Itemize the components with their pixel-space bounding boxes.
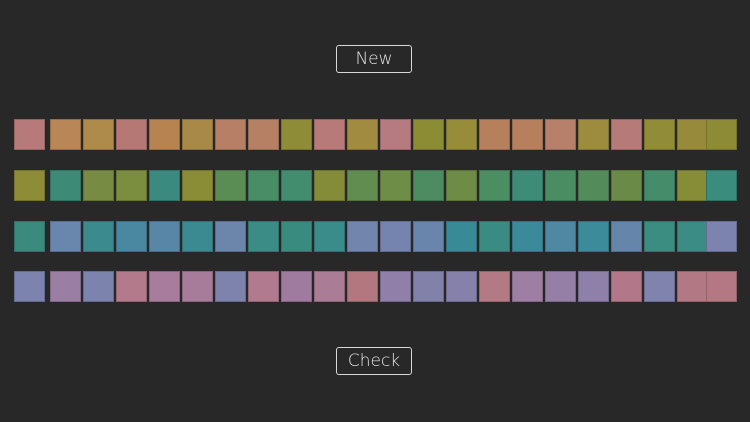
color-tile[interactable]: [578, 170, 609, 201]
color-tile[interactable]: [281, 271, 312, 302]
color-tile[interactable]: [611, 221, 642, 252]
color-tile[interactable]: [677, 221, 708, 252]
color-tile[interactable]: [347, 119, 378, 150]
color-tile[interactable]: [314, 119, 345, 150]
color-tile[interactable]: [116, 221, 147, 252]
color-tile[interactable]: [248, 221, 279, 252]
color-tile[interactable]: [347, 271, 378, 302]
color-tile[interactable]: [149, 271, 180, 302]
color-tile[interactable]: [215, 119, 246, 150]
new-button[interactable]: New: [336, 45, 412, 73]
color-tile[interactable]: [83, 221, 114, 252]
color-tile[interactable]: [83, 271, 114, 302]
anchor-tile-end: [706, 221, 737, 252]
color-tile[interactable]: [281, 170, 312, 201]
color-tile[interactable]: [347, 221, 378, 252]
color-tile[interactable]: [446, 271, 477, 302]
anchor-tile-end: [706, 119, 737, 150]
color-tile[interactable]: [611, 271, 642, 302]
color-tile[interactable]: [380, 271, 411, 302]
color-tile[interactable]: [182, 119, 213, 150]
color-tile[interactable]: [116, 170, 147, 201]
color-tile[interactable]: [479, 119, 510, 150]
color-tile[interactable]: [314, 221, 345, 252]
color-tile[interactable]: [215, 170, 246, 201]
color-tile[interactable]: [281, 221, 312, 252]
color-tile[interactable]: [380, 221, 411, 252]
color-tile[interactable]: [149, 221, 180, 252]
color-tile[interactable]: [215, 271, 246, 302]
color-tile[interactable]: [50, 119, 81, 150]
color-tile[interactable]: [644, 221, 675, 252]
color-tile[interactable]: [677, 119, 708, 150]
color-tile[interactable]: [479, 271, 510, 302]
color-tile[interactable]: [677, 170, 708, 201]
color-tile[interactable]: [479, 170, 510, 201]
anchor-tile-end: [706, 170, 737, 201]
color-tile[interactable]: [248, 170, 279, 201]
color-tile[interactable]: [215, 221, 246, 252]
color-tile[interactable]: [611, 119, 642, 150]
color-tile[interactable]: [149, 170, 180, 201]
color-tile[interactable]: [380, 170, 411, 201]
color-tile[interactable]: [446, 170, 477, 201]
color-tile[interactable]: [446, 221, 477, 252]
color-tile[interactable]: [50, 170, 81, 201]
color-tile[interactable]: [512, 221, 543, 252]
color-row: [0, 119, 750, 151]
color-tile[interactable]: [413, 170, 444, 201]
color-tile[interactable]: [512, 119, 543, 150]
color-tile[interactable]: [578, 271, 609, 302]
anchor-tile-end: [706, 271, 737, 302]
color-tile[interactable]: [611, 170, 642, 201]
color-tile[interactable]: [578, 119, 609, 150]
color-tile[interactable]: [314, 170, 345, 201]
color-tile[interactable]: [413, 271, 444, 302]
color-tile[interactable]: [182, 271, 213, 302]
color-row: [0, 221, 750, 253]
color-tile[interactable]: [644, 170, 675, 201]
color-tile[interactable]: [182, 170, 213, 201]
color-tile[interactable]: [380, 119, 411, 150]
color-tile[interactable]: [578, 221, 609, 252]
anchor-tile-start: [14, 170, 45, 201]
color-row: [0, 271, 750, 303]
color-tile[interactable]: [248, 271, 279, 302]
anchor-tile-start: [14, 271, 45, 302]
color-tile[interactable]: [545, 170, 576, 201]
color-tile[interactable]: [347, 170, 378, 201]
color-tile[interactable]: [545, 119, 576, 150]
color-tile[interactable]: [413, 119, 444, 150]
color-tile[interactable]: [50, 221, 81, 252]
color-tile[interactable]: [545, 221, 576, 252]
check-button[interactable]: Check: [336, 347, 412, 375]
color-tile[interactable]: [413, 221, 444, 252]
color-tile[interactable]: [644, 119, 675, 150]
color-tile[interactable]: [512, 271, 543, 302]
anchor-tile-start: [14, 119, 45, 150]
anchor-tile-start: [14, 221, 45, 252]
color-tile[interactable]: [83, 119, 114, 150]
color-tile[interactable]: [479, 221, 510, 252]
color-tile[interactable]: [149, 119, 180, 150]
game-board: New Check: [0, 0, 750, 422]
color-tile[interactable]: [644, 271, 675, 302]
color-tile[interactable]: [83, 170, 114, 201]
color-tile[interactable]: [677, 271, 708, 302]
color-tile[interactable]: [116, 271, 147, 302]
color-tile[interactable]: [248, 119, 279, 150]
color-tile[interactable]: [545, 271, 576, 302]
color-tile[interactable]: [512, 170, 543, 201]
color-tile[interactable]: [281, 119, 312, 150]
color-tile[interactable]: [50, 271, 81, 302]
color-tile[interactable]: [116, 119, 147, 150]
color-row: [0, 170, 750, 202]
color-tile[interactable]: [314, 271, 345, 302]
color-tile[interactable]: [182, 221, 213, 252]
color-tile[interactable]: [446, 119, 477, 150]
